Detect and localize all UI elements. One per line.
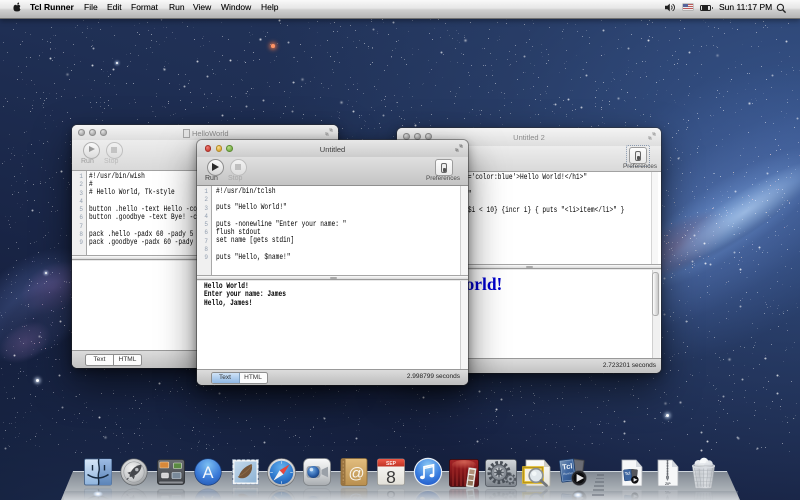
svg-text:Tcl: Tcl bbox=[625, 471, 631, 477]
svg-text:@: @ bbox=[348, 466, 364, 483]
svg-text:ZIP: ZIP bbox=[665, 482, 671, 486]
svg-text:A: A bbox=[202, 464, 213, 482]
svg-text:8: 8 bbox=[386, 467, 396, 486]
